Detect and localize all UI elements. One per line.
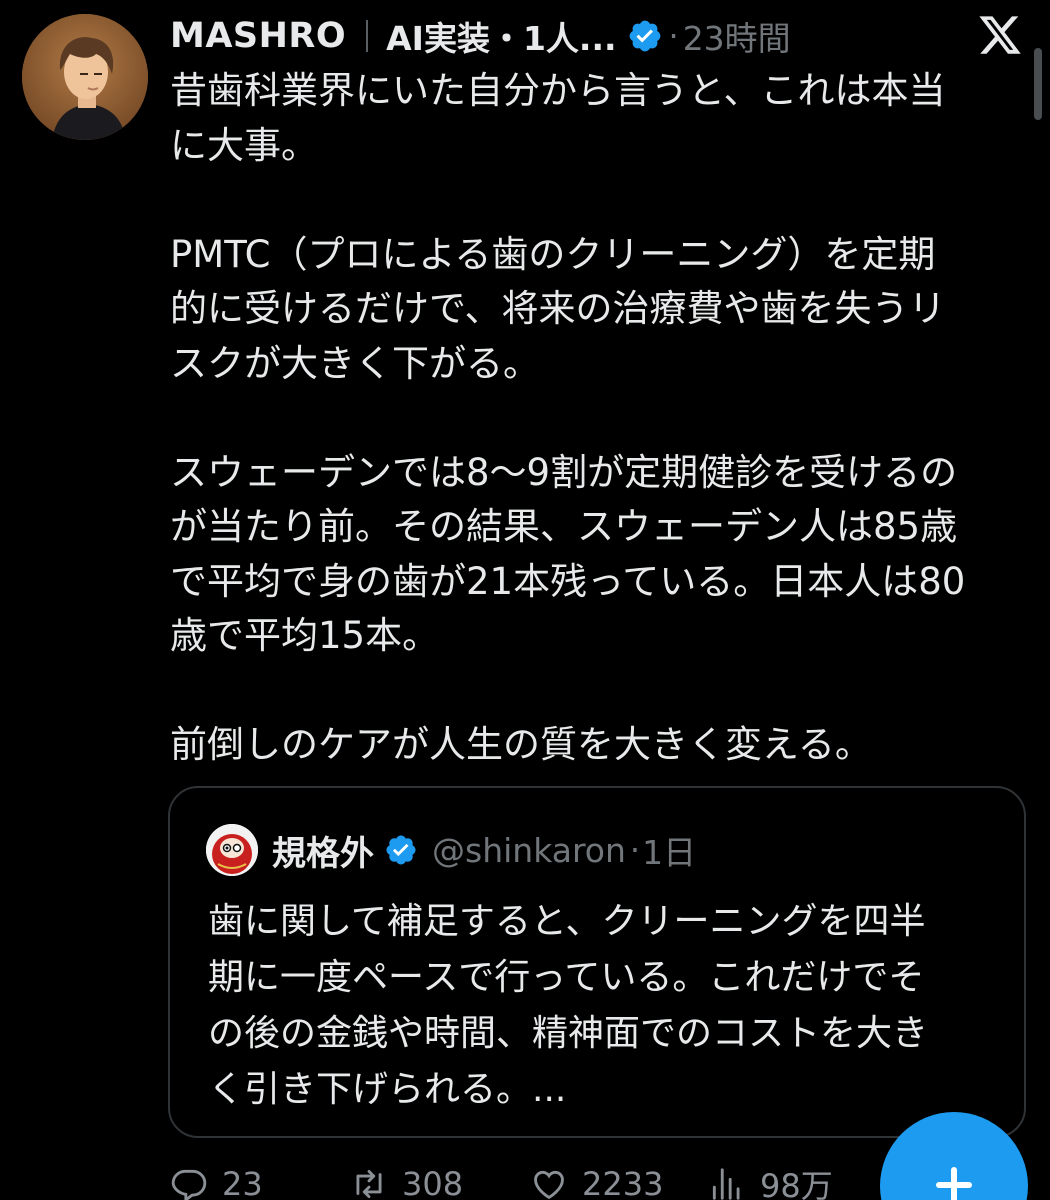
tweet-text: 昔歯科業界にいた自分から言うと、これは本当 に大事。 PMTC（プロによる歯のク… bbox=[170, 64, 1020, 773]
tweet-header: MASHRO AI実装・1人... · 23時間 bbox=[170, 10, 890, 62]
header-separator: · bbox=[668, 17, 679, 55]
reply-button[interactable]: 23 bbox=[170, 1165, 350, 1200]
tweet-line: 的に受けるだけで、将来の治療費や歯を失うリ bbox=[170, 287, 946, 330]
view-count: 98万 bbox=[760, 1167, 833, 1200]
repost-icon bbox=[356, 1169, 382, 1199]
tweet-actions-bar: 23 308 2233 98万 bbox=[170, 1160, 908, 1200]
name-divider bbox=[366, 20, 369, 52]
tweet-line: 歳で平均15本。 bbox=[170, 614, 440, 657]
tweet-line: 前倒しのケアが人生の質を大きく変える。 bbox=[170, 723, 872, 766]
quoted-line: 歯に関して補足すると、クリーニングを四半 bbox=[208, 901, 926, 942]
like-button[interactable]: 2233 bbox=[530, 1165, 708, 1200]
tweet-line: スウェーデンでは8〜9割が定期健診を受けるの bbox=[170, 450, 958, 494]
verified-badge-icon bbox=[386, 835, 416, 865]
repost-count: 308 bbox=[402, 1165, 464, 1200]
plus-icon bbox=[951, 1167, 957, 1200]
tweet-line: スクが大きく下がる。 bbox=[170, 341, 540, 385]
quoted-tweet-card[interactable]: 規格外 @shinkaron · 1日 歯に関して補足すると、クリーニングを四半… bbox=[168, 786, 1026, 1138]
author-name-suffix[interactable]: AI実装・1人... bbox=[386, 12, 616, 60]
tweet-line: 昔歯科業界にいた自分から言うと、これは本当 bbox=[170, 69, 946, 112]
quoted-timestamp[interactable]: 1日 bbox=[642, 826, 696, 874]
quoted-author-name[interactable]: 規格外 bbox=[272, 826, 374, 875]
quoted-tweet-text: 歯に関して補足すると、クリーニングを四半 期に一度ペースで行っている。これだけで… bbox=[208, 894, 998, 1118]
tweet-timestamp[interactable]: 23時間 bbox=[683, 12, 791, 60]
daruma-avatar-icon bbox=[206, 824, 258, 876]
tweet-detail-screen: MASHRO AI実装・1人... · 23時間 昔歯科業界にいた自分から言うと… bbox=[0, 0, 1050, 1200]
reply-count: 23 bbox=[222, 1165, 263, 1200]
quoted-tweet-header: 規格外 @shinkaron · 1日 bbox=[206, 824, 696, 876]
views-button[interactable]: 98万 bbox=[708, 1161, 908, 1200]
quoted-header-separator: · bbox=[629, 831, 641, 869]
author-avatar-illustration bbox=[22, 14, 148, 140]
tweet-line: が当たり前。その結果、スウェーデン人は85歳 bbox=[170, 505, 958, 548]
reply-icon bbox=[171, 1169, 207, 1200]
verified-badge-icon bbox=[629, 20, 660, 52]
views-icon bbox=[712, 1168, 740, 1200]
tweet-line: PMTC（プロによる歯のクリーニング）を定期 bbox=[170, 232, 936, 276]
like-count: 2233 bbox=[582, 1165, 664, 1200]
author-avatar[interactable] bbox=[22, 14, 148, 140]
quoted-line: の後の金銭や時間、精神面でのコストを大き bbox=[208, 1013, 929, 1054]
quoted-line: く引き下げられる。... bbox=[208, 1069, 567, 1110]
quoted-author-handle[interactable]: @shinkaron bbox=[432, 831, 626, 870]
author-display-name[interactable]: MASHRO bbox=[170, 16, 346, 56]
repost-button[interactable]: 308 bbox=[350, 1165, 530, 1200]
scrollbar[interactable] bbox=[1034, 48, 1042, 120]
x-logo-icon[interactable] bbox=[976, 12, 1024, 58]
tweet-line: で平均で身の歯が21本残っている。日本人は80 bbox=[170, 559, 966, 603]
quoted-line: 期に一度ペースで行っている。これだけでそ bbox=[208, 957, 925, 998]
quoted-author-avatar[interactable] bbox=[206, 824, 258, 876]
tweet-line: に大事。 bbox=[170, 123, 318, 167]
like-icon bbox=[534, 1170, 564, 1200]
